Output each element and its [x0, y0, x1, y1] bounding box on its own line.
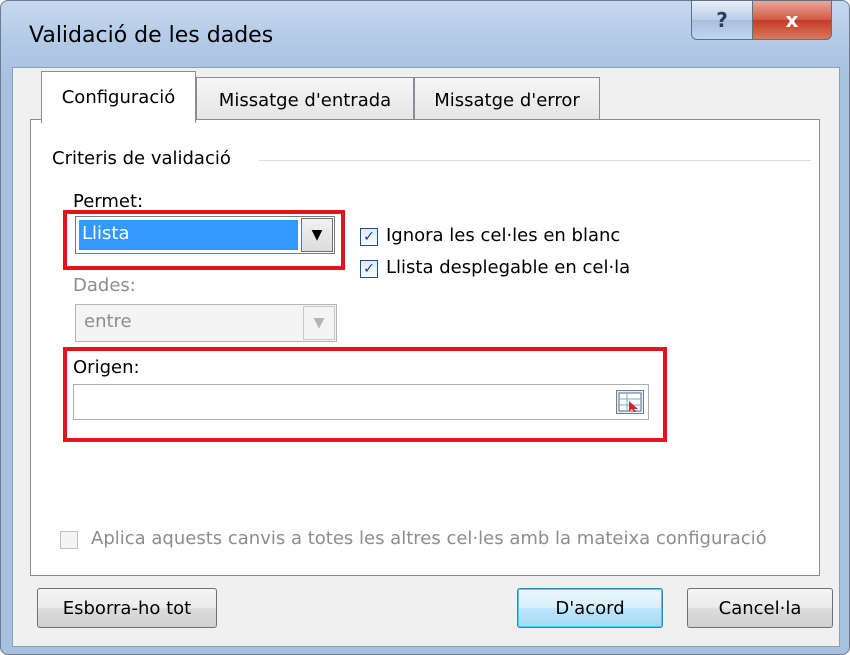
- check-icon: ✓: [363, 229, 375, 245]
- dades-select[interactable]: entre ▼: [75, 304, 337, 342]
- ignore-blank-checkbox[interactable]: ✓: [360, 228, 378, 246]
- chevron-down-icon: ▼: [303, 306, 335, 340]
- ignore-blank-label[interactable]: Ignora les cel·les en blanc: [386, 225, 620, 246]
- dades-label: Dades:: [73, 275, 136, 296]
- chevron-down-icon[interactable]: ▼: [301, 218, 333, 252]
- tab-missatge-entrada[interactable]: Missatge d'entrada: [196, 77, 414, 123]
- dialog-window: Validació de les dades ? x Configuració …: [0, 0, 850, 655]
- in-cell-dropdown-checkbox[interactable]: ✓: [360, 260, 378, 278]
- tab-missatge-error[interactable]: Missatge d'error: [414, 77, 600, 123]
- check-icon: ✓: [363, 261, 375, 277]
- ok-button[interactable]: D'acord: [517, 588, 663, 628]
- clear-all-button[interactable]: Esborra-ho tot: [37, 588, 217, 628]
- dades-selected-value: entre: [84, 311, 132, 332]
- close-button[interactable]: x: [752, 0, 832, 40]
- criteria-group-label: Criteris de validació: [52, 148, 231, 169]
- in-cell-dropdown-label[interactable]: Llista desplegable en cel·la: [386, 257, 630, 278]
- tab-panel: Criteris de validació Permet: Llista ▼ D…: [30, 119, 820, 576]
- apply-all-checkbox[interactable]: [60, 531, 78, 549]
- group-divider: [259, 160, 811, 161]
- permet-select[interactable]: Llista ▼: [75, 216, 335, 254]
- range-selector-icon[interactable]: [616, 390, 644, 414]
- apply-all-label: Aplica aquests canvis a totes les altres…: [91, 528, 767, 549]
- permet-label: Permet:: [73, 191, 144, 212]
- permet-selected-value: Llista: [79, 220, 298, 250]
- dialog-title: Validació de les dades: [29, 23, 274, 48]
- tab-configuracio[interactable]: Configuració: [41, 71, 196, 123]
- help-button[interactable]: ?: [691, 0, 753, 40]
- origen-label: Origen:: [73, 357, 140, 378]
- cancel-button[interactable]: Cancel·la: [687, 588, 833, 628]
- origen-input[interactable]: [73, 384, 649, 420]
